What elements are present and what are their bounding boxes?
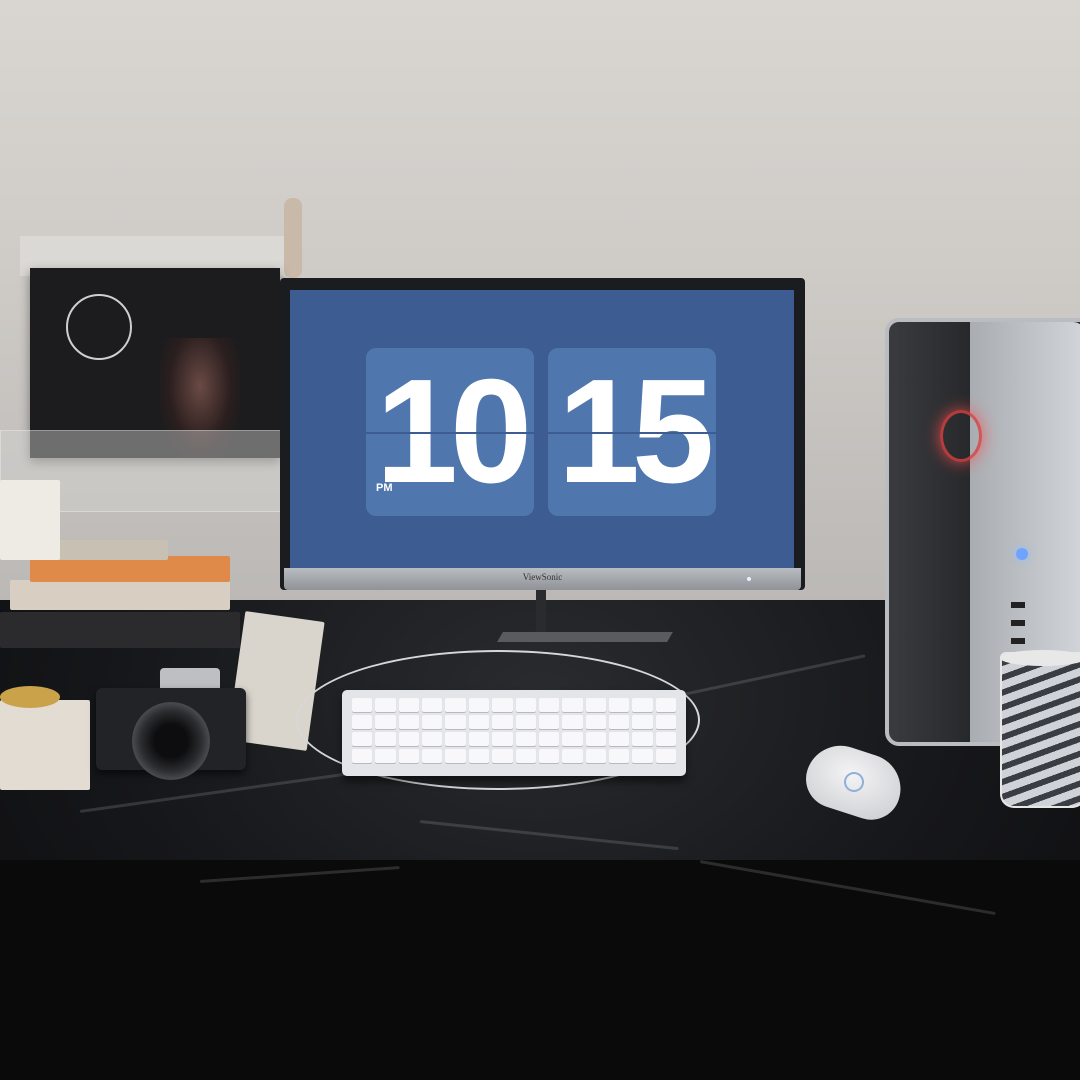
monitor-screen: 10 PM 15 (290, 290, 794, 568)
keycap (422, 715, 443, 729)
keycap (352, 715, 373, 729)
keycap (608, 698, 630, 712)
keycap (538, 715, 560, 729)
keycap (352, 698, 373, 712)
keycap (608, 715, 630, 729)
keycap (445, 732, 466, 746)
usb-port (1011, 638, 1025, 644)
record-logo-ring (66, 294, 132, 360)
keycap (445, 749, 466, 763)
keycap (655, 749, 676, 763)
keycap (375, 715, 396, 729)
keycap (538, 732, 560, 746)
keycap (632, 715, 653, 729)
mouse-logo-icon (841, 769, 867, 795)
camera-lens (132, 702, 210, 780)
book (50, 540, 168, 560)
mechanical-keyboard (342, 690, 686, 776)
keycap (352, 749, 373, 763)
keycap (422, 749, 443, 763)
desk-front-edge (0, 860, 1080, 1080)
keycap (445, 715, 466, 729)
keycap (375, 749, 396, 763)
keycap (562, 715, 583, 729)
keycap (585, 732, 606, 746)
keycap (422, 698, 443, 712)
keycap (562, 732, 583, 746)
monitor-power-led (747, 577, 751, 581)
keycap (398, 732, 420, 746)
book (10, 580, 230, 610)
keycap (375, 732, 396, 746)
keycap (632, 732, 653, 746)
card-stack (0, 480, 60, 560)
keycap (492, 715, 513, 729)
keycap (375, 698, 396, 712)
keycap (655, 698, 676, 712)
monitor-bezel-bottom: ViewSonic (284, 568, 801, 590)
monitor-brand: ViewSonic (522, 572, 563, 582)
chevron-mug (1000, 652, 1080, 808)
keycap (632, 749, 653, 763)
keycap (468, 698, 490, 712)
keycap (468, 749, 490, 763)
keycap (492, 749, 513, 763)
pc-power-button (1016, 548, 1028, 560)
keycap (422, 732, 443, 746)
monitor-stand-neck (536, 590, 546, 638)
keycap (632, 698, 653, 712)
keycap (515, 715, 536, 729)
keycap (515, 698, 536, 712)
keycap (585, 749, 606, 763)
monitor: 10 PM 15 ViewSonic (280, 278, 805, 590)
tape-roll (0, 686, 60, 708)
monitor-stand-base (497, 632, 673, 642)
usb-port (1011, 620, 1025, 626)
keycap (515, 749, 536, 763)
keycap (562, 749, 583, 763)
paper-stack (0, 700, 90, 790)
usb-port (1011, 602, 1025, 608)
desk-photo: 10 PM 15 ViewSonic (0, 0, 1080, 1080)
pc-fan-led (940, 410, 982, 462)
keycap (538, 749, 560, 763)
keycap (398, 698, 420, 712)
keycap (445, 698, 466, 712)
keycap (492, 698, 513, 712)
keycap (468, 732, 490, 746)
flip-divider (366, 432, 534, 434)
keycap (585, 715, 606, 729)
keycap (398, 749, 420, 763)
clock-minutes-card: 15 (548, 348, 716, 516)
keycap (468, 715, 490, 729)
wooden-stick (284, 198, 302, 278)
keycap (538, 698, 560, 712)
book (0, 612, 240, 648)
keycap (492, 732, 513, 746)
keycap (655, 715, 676, 729)
flip-divider (548, 432, 716, 434)
clock-period: PM (376, 482, 393, 494)
keycap (562, 698, 583, 712)
keycap (515, 732, 536, 746)
keycap (608, 732, 630, 746)
mug-rim (1000, 650, 1080, 666)
keycap (585, 698, 606, 712)
keycap (655, 732, 676, 746)
keycap (398, 715, 420, 729)
keycap (608, 749, 630, 763)
clock-hours-card: 10 PM (366, 348, 534, 516)
keycap (352, 732, 373, 746)
keycaps (352, 698, 676, 763)
